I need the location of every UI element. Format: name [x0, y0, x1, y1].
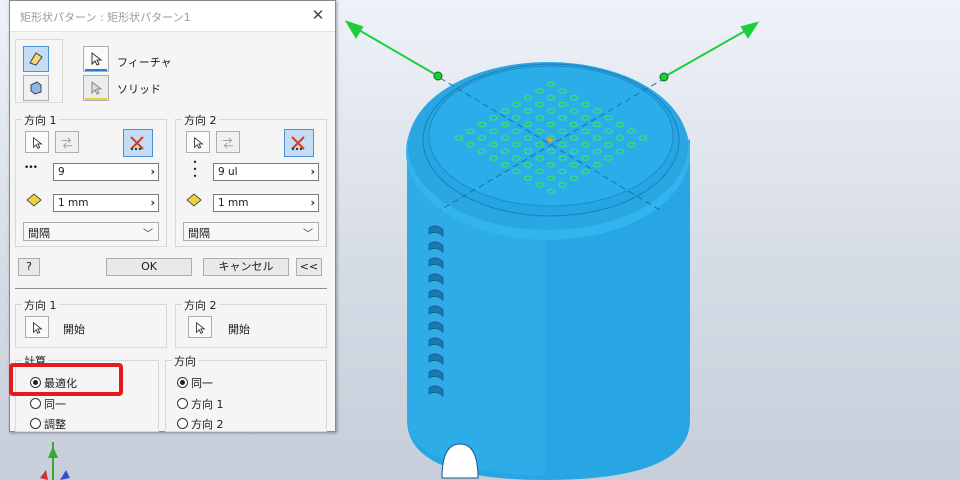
count-icon: •••: [24, 163, 38, 173]
flip-icon: [222, 137, 234, 149]
chevron-right-icon[interactable]: ›: [150, 165, 155, 178]
direction-2-mode-select[interactable]: 間隔 ﹀: [183, 222, 319, 241]
start-1-label: 開始: [63, 323, 85, 336]
orientation-title: 方向: [172, 353, 198, 369]
cursor-arrow-icon: [91, 80, 103, 95]
chevron-down-icon: ﹀: [143, 229, 153, 240]
direction-1-count-input[interactable]: 9 ›: [53, 163, 159, 181]
help-icon: ?: [26, 260, 32, 273]
compute-identical-radio[interactable]: [30, 398, 41, 409]
direction-1-flip-button[interactable]: [55, 131, 79, 153]
direction-2-midplane-button[interactable]: [284, 129, 314, 157]
body-pattern-icon: [30, 81, 42, 95]
orientation-direction-1-label: 方向 1: [191, 398, 224, 411]
feature-label: フィーチャ: [117, 56, 172, 69]
start-2-button[interactable]: [188, 316, 212, 338]
direction-2-path-button[interactable]: [186, 131, 210, 153]
direction-1-path-button[interactable]: [25, 131, 49, 153]
pattern-bodies-button[interactable]: [23, 75, 49, 101]
direction-1-count-value: 9: [58, 166, 65, 178]
flip-icon: [61, 137, 73, 149]
help-button[interactable]: ?: [18, 258, 40, 276]
chevron-down-icon: ﹀: [303, 229, 313, 240]
chevron-right-icon[interactable]: ›: [310, 165, 315, 178]
orientation-direction-2-label: 方向 2: [191, 418, 224, 431]
orientation-group: [165, 360, 327, 432]
section-divider: [15, 288, 327, 289]
direction-2-title: 方向 2: [182, 112, 219, 128]
orientation-identical-label: 同一: [191, 377, 213, 390]
feature-underline: [85, 69, 107, 71]
start-1-title: 方向 1: [22, 297, 59, 313]
chevron-right-icon[interactable]: ›: [150, 196, 155, 209]
midplane-icon: [291, 136, 305, 151]
close-icon[interactable]: ✕: [309, 6, 327, 24]
collapse-button[interactable]: <<: [296, 258, 322, 276]
orientation-direction-1-radio[interactable]: [177, 398, 188, 409]
direction-1-mode-select[interactable]: 間隔 ﹀: [23, 222, 159, 241]
direction-2-count-value: 9 ul: [218, 166, 238, 178]
direction-1-mode-value: 間隔: [28, 227, 50, 240]
spacing-icon: [26, 193, 42, 210]
direction-2-mode-value: 間隔: [188, 227, 210, 240]
feature-pattern-icon: [29, 52, 43, 66]
compute-adjust-label: 調整: [44, 418, 66, 431]
highlight-box: [9, 363, 123, 396]
cursor-arrow-icon: [91, 51, 103, 66]
solid-underline: [85, 98, 107, 100]
orientation-direction-2-radio[interactable]: [177, 418, 188, 429]
direction-2-count-input[interactable]: 9 ul ›: [213, 163, 319, 181]
ok-button[interactable]: OK: [106, 258, 192, 276]
dialog-titlebar: 矩形状パターン : 矩形状パターン1 ✕: [10, 1, 335, 32]
spacing-icon: [186, 193, 202, 210]
view-triad: [40, 442, 70, 480]
start-1-button[interactable]: [25, 316, 49, 338]
pattern-features-button[interactable]: [23, 46, 49, 72]
compute-adjust-radio[interactable]: [30, 418, 41, 429]
count-icon: •••: [192, 158, 198, 181]
cursor-arrow-icon: [33, 321, 43, 334]
midplane-icon: [130, 136, 144, 151]
direction-1-title: 方向 1: [22, 112, 59, 128]
start-2-label: 開始: [228, 323, 250, 336]
direction-2-flip-button[interactable]: [216, 131, 240, 153]
direction-2-spacing-value: 1 mm: [218, 197, 249, 209]
direction-1-spacing-input[interactable]: 1 mm ›: [53, 194, 159, 212]
chevron-right-icon[interactable]: ›: [310, 196, 315, 209]
direction-2-spacing-input[interactable]: 1 mm ›: [213, 194, 319, 212]
orientation-identical-radio[interactable]: [177, 377, 188, 388]
compute-identical-label: 同一: [44, 398, 66, 411]
solid-label: ソリッド: [117, 83, 161, 96]
cursor-arrow-icon: [33, 136, 43, 149]
dialog-title: 矩形状パターン : 矩形状パターン1: [20, 11, 191, 24]
start-2-title: 方向 2: [182, 297, 219, 313]
direction-1-spacing-value: 1 mm: [58, 197, 89, 209]
direction-1-midplane-button[interactable]: [123, 129, 153, 157]
cursor-arrow-icon: [194, 136, 204, 149]
cursor-arrow-icon: [196, 321, 206, 334]
cancel-button[interactable]: キャンセル: [203, 258, 289, 276]
